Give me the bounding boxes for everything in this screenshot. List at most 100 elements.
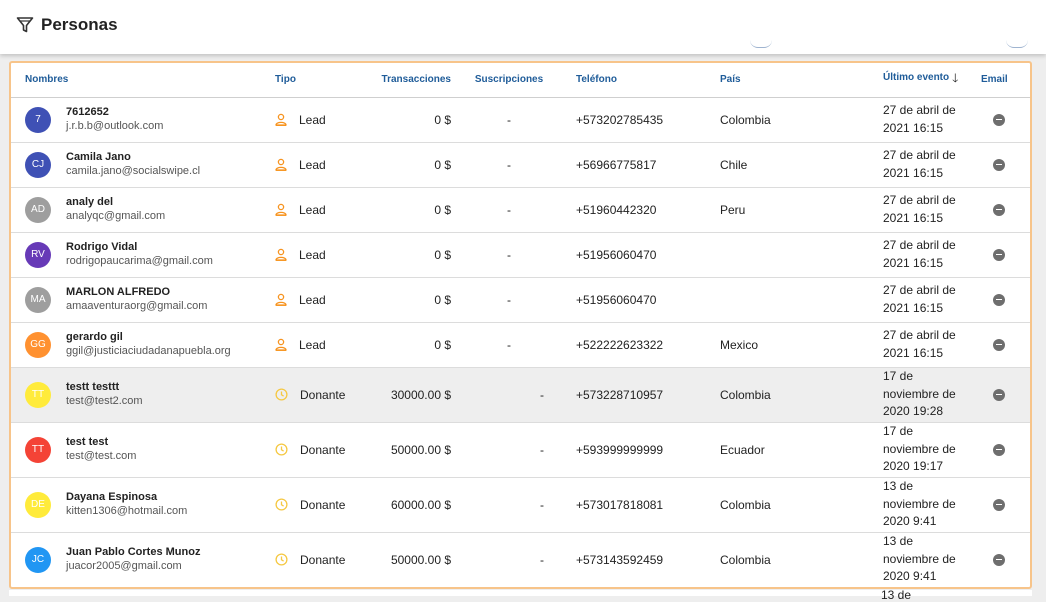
column-header-suscripciones[interactable]: Suscripciones <box>451 63 561 98</box>
person-email: ggil@justiciaciudadanapuebla.org <box>66 345 231 357</box>
table-row[interactable]: AD analy del analyqc@gmail.com Lead 0 $ - +519… <box>11 187 1030 233</box>
next-row-date: 13 de <box>881 588 912 602</box>
unsubscribed-icon[interactable] <box>993 203 1005 216</box>
cell-nombres: 7 7612652 j.r.b.b@outlook.com <box>11 97 275 143</box>
table-row[interactable]: TT testt testtt test@test2.com Donante 30000… <box>11 367 1030 423</box>
clock-icon <box>275 498 300 511</box>
person-email: test@test.com <box>66 450 137 462</box>
column-header-telefono[interactable]: Teléfono <box>561 63 705 98</box>
cell-ultimo-evento: 27 de abril de 2021 16:15 <box>867 232 973 278</box>
cell-ultimo-evento: 27 de abril de 2021 16:15 <box>867 97 973 143</box>
cell-pais: Colombia <box>705 367 867 423</box>
person-name[interactable]: MARLON ALFREDO <box>66 285 207 299</box>
person-name[interactable]: 7612652 <box>66 105 163 119</box>
cell-tipo: Lead <box>275 277 365 323</box>
unsubscribed-icon[interactable] <box>993 498 1005 511</box>
tipo-label: Donante <box>300 552 346 567</box>
column-header-ultimo-evento[interactable]: Último evento 🡓 <box>867 63 973 98</box>
date-line: 17 de <box>883 424 914 439</box>
cell-telefono: +573017818081 <box>561 477 705 533</box>
date-line: 2021 16:15 <box>883 120 944 135</box>
page-header: Personas <box>0 0 1046 54</box>
cell-telefono: +51956060470 <box>561 277 705 323</box>
person-name[interactable]: testt testtt <box>66 380 143 394</box>
person-name[interactable]: Juan Pablo Cortes Munoz <box>66 545 200 559</box>
table-header: Nombres Tipo Transacciones Suscripciones… <box>11 63 1030 98</box>
cell-telefono: +593999999999 <box>561 422 705 478</box>
unsubscribed-icon[interactable] <box>993 338 1005 351</box>
table-row[interactable]: RV Rodrigo Vidal rodrigopaucarima@gmail.co… <box>11 232 1030 278</box>
date-line: 2021 16:15 <box>883 165 944 180</box>
arrow-down-icon[interactable]: 🡓 <box>952 69 958 90</box>
tipo-label: Donante <box>300 442 346 457</box>
date-line: 13 de <box>883 479 914 494</box>
cell-nombres: AD analy del analyqc@gmail.com <box>11 187 275 233</box>
tipo-label: Lead <box>299 292 326 307</box>
cell-pais: Colombia <box>705 477 867 533</box>
cell-email <box>973 322 1030 368</box>
cell-suscripciones: - <box>451 97 561 143</box>
cell-email <box>973 532 1030 587</box>
table-row[interactable]: GG gerardo gil ggil@justiciaciudadanapuebl… <box>11 322 1030 368</box>
person-name[interactable]: analy del <box>66 195 165 209</box>
cell-transacciones: 0 $ <box>365 277 451 323</box>
table-row[interactable]: MA MARLON ALFREDO amaaventuraorg@gmail.com… <box>11 277 1030 323</box>
unsubscribed-icon[interactable] <box>993 443 1005 456</box>
cell-suscripciones: - <box>451 232 561 278</box>
cell-suscripciones: - <box>451 532 561 587</box>
table-row[interactable]: DE Dayana Espinosa kitten1306@hotmail.com D… <box>11 477 1030 533</box>
cell-suscripciones: - <box>451 142 561 188</box>
ultimo-evento-label: Último evento <box>883 72 950 84</box>
cell-suscripciones: - <box>451 367 561 423</box>
cell-telefono: +51960442320 <box>561 187 705 233</box>
column-header-pais[interactable]: País <box>705 63 867 98</box>
cell-pais: Chile <box>705 142 867 188</box>
cell-email <box>973 277 1030 323</box>
unsubscribed-icon[interactable] <box>993 158 1005 171</box>
personas-table: Nombres Tipo Transacciones Suscripciones… <box>11 63 1030 587</box>
column-header-tipo[interactable]: Tipo <box>275 63 365 98</box>
person-email: test@test2.com <box>66 395 143 407</box>
filter-icon[interactable] <box>16 16 34 34</box>
tipo-label: Lead <box>299 202 326 217</box>
person-name[interactable]: Dayana Espinosa <box>66 490 187 504</box>
cell-tipo: Donante <box>275 532 365 587</box>
unsubscribed-icon[interactable] <box>993 248 1005 261</box>
date-line: 27 de abril de <box>883 328 956 342</box>
table-row[interactable]: TT test test test@test.com Donante 50000.00 … <box>11 422 1030 478</box>
date-line: 2020 19:28 <box>883 404 944 419</box>
cell-telefono: +573228710957 <box>561 367 705 423</box>
column-header-nombres[interactable]: Nombres <box>11 63 275 98</box>
cell-transacciones: 0 $ <box>365 142 451 188</box>
unsubscribed-icon[interactable] <box>993 388 1005 401</box>
column-header-transacciones[interactable]: Transacciones <box>365 63 451 98</box>
cell-ultimo-evento: 27 de abril de 2021 16:15 <box>867 187 973 233</box>
unsubscribed-icon[interactable] <box>993 293 1005 306</box>
cell-ultimo-evento: 17 de noviembre de 2020 19:28 <box>867 367 973 423</box>
person-name[interactable]: Camila Jano <box>66 150 200 164</box>
avatar: AD <box>25 196 51 223</box>
avatar: RV <box>25 241 51 268</box>
avatar: DE <box>25 491 51 518</box>
date-line: 2020 9:41 <box>883 569 937 584</box>
table-row[interactable]: CJ Camila Jano camila.jano@socialswipe.cl L… <box>11 142 1030 188</box>
unsubscribed-icon[interactable] <box>993 553 1005 566</box>
column-header-email[interactable]: Email <box>973 63 1030 98</box>
cell-transacciones: 0 $ <box>365 322 451 368</box>
avatar: TT <box>25 381 51 408</box>
cell-tipo: Lead <box>275 232 365 278</box>
cell-pais: Colombia <box>705 97 867 143</box>
date-line: noviembre de <box>883 386 956 401</box>
table-row[interactable]: JC Juan Pablo Cortes Munoz juacor2005@gmai… <box>11 532 1030 587</box>
cell-suscripciones: - <box>451 322 561 368</box>
page-title: Personas <box>41 15 118 34</box>
person-name[interactable]: gerardo gil <box>66 330 231 344</box>
person-name[interactable]: test test <box>66 435 136 449</box>
user-icon <box>275 248 299 261</box>
table-row[interactable]: 7 7612652 j.r.b.b@outlook.com Lead 0 $ - +5732… <box>11 97 1030 143</box>
unsubscribed-icon[interactable] <box>993 113 1005 126</box>
person-name[interactable]: Rodrigo Vidal <box>66 240 213 254</box>
cell-pais: Mexico <box>705 322 867 368</box>
date-line: 13 de <box>883 534 914 549</box>
date-line: 27 de abril de <box>883 103 956 117</box>
